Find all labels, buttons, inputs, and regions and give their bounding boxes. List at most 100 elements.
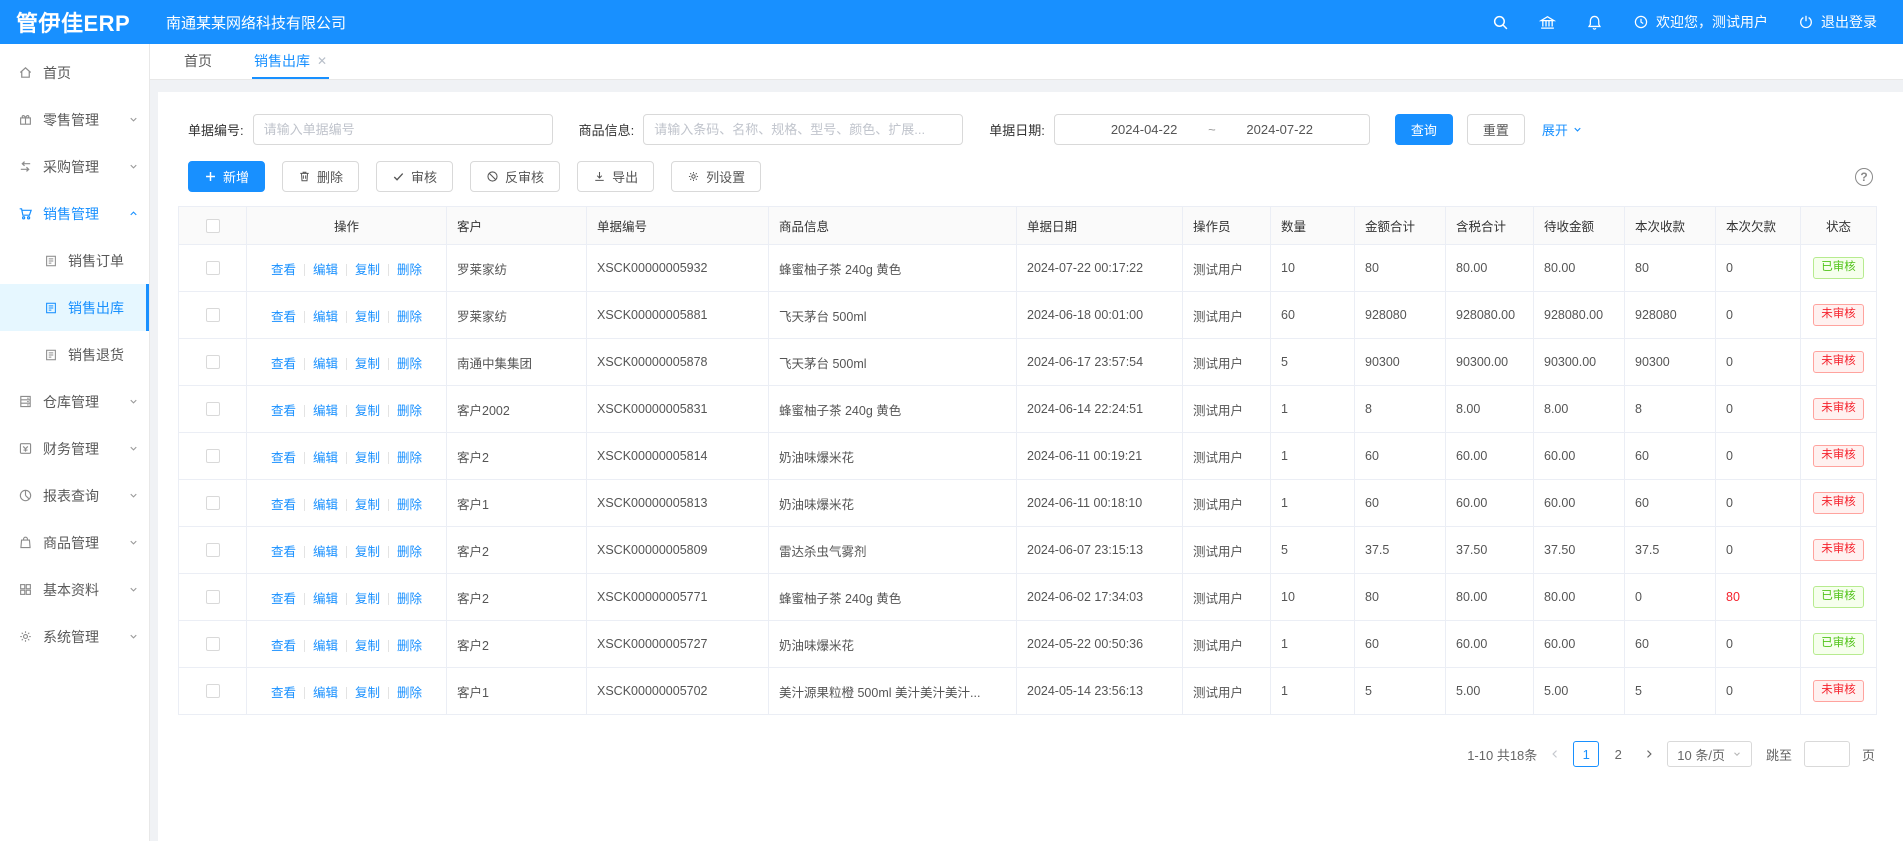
next-page-button[interactable] (1643, 748, 1655, 760)
audit-button[interactable]: 审核 (376, 161, 453, 192)
date-from-input[interactable] (1090, 122, 1198, 137)
row-action-copy[interactable]: 复制 (355, 686, 380, 700)
tab-sales-outbound[interactable]: 销售出库 ✕ (252, 44, 329, 79)
row-action-delete[interactable]: 删除 (397, 310, 422, 324)
sidebar-item-home[interactable]: 首页 (0, 49, 149, 96)
row-action-copy[interactable]: 复制 (355, 592, 380, 606)
row-action-copy[interactable]: 复制 (355, 263, 380, 277)
row-action-delete[interactable]: 删除 (397, 263, 422, 277)
row-checkbox[interactable] (206, 637, 220, 651)
sidebar-item-sales-return[interactable]: 销售退货 (0, 331, 149, 378)
row-action-delete[interactable]: 删除 (397, 357, 422, 371)
row-action-copy[interactable]: 复制 (355, 639, 380, 653)
row-action-view[interactable]: 查看 (271, 357, 296, 371)
row-action-copy[interactable]: 复制 (355, 451, 380, 465)
cell-customer: 客户1 (447, 480, 587, 527)
sidebar-item-sales-outbound[interactable]: 销售出库 (0, 284, 149, 331)
search-button[interactable]: 查询 (1395, 114, 1453, 145)
sidebar-item-sales-order[interactable]: 销售订单 (0, 237, 149, 284)
row-action-delete[interactable]: 删除 (397, 404, 422, 418)
row-action-delete[interactable]: 删除 (397, 451, 422, 465)
row-action-view[interactable]: 查看 (271, 686, 296, 700)
row-action-view[interactable]: 查看 (271, 404, 296, 418)
unaudit-button[interactable]: 反审核 (470, 161, 560, 192)
row-checkbox[interactable] (206, 590, 220, 604)
search-icon[interactable] (1492, 14, 1509, 31)
sidebar-item-reports[interactable]: 报表查询 (0, 472, 149, 519)
row-action-delete[interactable]: 删除 (397, 686, 422, 700)
sidebar-item-finance[interactable]: 财务管理 (0, 425, 149, 472)
row-action-view[interactable]: 查看 (271, 310, 296, 324)
row-checkbox[interactable] (206, 684, 220, 698)
sidebar-item-sales[interactable]: 销售管理 (0, 190, 149, 237)
row-action-edit[interactable]: 编辑 (313, 404, 338, 418)
chevron-down-icon (128, 537, 139, 548)
row-action-view[interactable]: 查看 (271, 498, 296, 512)
welcome-user[interactable]: 欢迎您，测试用户 (1633, 12, 1768, 32)
row-action-view[interactable]: 查看 (271, 545, 296, 559)
row-checkbox[interactable] (206, 355, 220, 369)
row-checkbox[interactable] (206, 543, 220, 557)
row-action-edit[interactable]: 编辑 (313, 639, 338, 653)
row-action-delete[interactable]: 删除 (397, 545, 422, 559)
prev-page-button[interactable] (1549, 748, 1561, 760)
sidebar-item-warehouse[interactable]: 仓库管理 (0, 378, 149, 425)
action-divider (304, 452, 305, 464)
row-action-edit[interactable]: 编辑 (313, 357, 338, 371)
cell-received: 0 (1625, 574, 1716, 621)
notification-bell-icon[interactable] (1586, 14, 1603, 31)
row-action-delete[interactable]: 删除 (397, 498, 422, 512)
sidebar-item-base-data[interactable]: 基本资料 (0, 566, 149, 613)
row-action-copy[interactable]: 复制 (355, 404, 380, 418)
row-select-cell (179, 574, 247, 621)
action-divider (388, 452, 389, 464)
sidebar-item-system[interactable]: 系统管理 (0, 613, 149, 660)
date-range-picker[interactable]: ~ (1054, 114, 1370, 145)
row-action-view[interactable]: 查看 (271, 592, 296, 606)
row-action-delete[interactable]: 删除 (397, 592, 422, 606)
row-action-copy[interactable]: 复制 (355, 498, 380, 512)
table-row: 查看编辑复制删除罗莱家纺XSCK00000005881飞天茅台 500ml202… (179, 292, 1877, 339)
row-action-copy[interactable]: 复制 (355, 310, 380, 324)
sidebar-item-retail[interactable]: 零售管理 (0, 96, 149, 143)
page-number-1[interactable]: 1 (1573, 741, 1599, 767)
row-checkbox[interactable] (206, 308, 220, 322)
row-checkbox[interactable] (206, 402, 220, 416)
row-action-delete[interactable]: 删除 (397, 639, 422, 653)
select-all-checkbox[interactable] (206, 219, 220, 233)
add-button[interactable]: 新增 (188, 161, 265, 192)
row-action-edit[interactable]: 编辑 (313, 451, 338, 465)
row-action-view[interactable]: 查看 (271, 263, 296, 277)
date-to-input[interactable] (1226, 122, 1334, 137)
jump-to-page-input[interactable] (1804, 741, 1850, 767)
tab-home[interactable]: 首页 (182, 44, 214, 79)
row-checkbox[interactable] (206, 261, 220, 275)
delete-button[interactable]: 删除 (282, 161, 359, 192)
row-action-view[interactable]: 查看 (271, 451, 296, 465)
row-checkbox[interactable] (206, 496, 220, 510)
logout-button[interactable]: 退出登录 (1798, 12, 1877, 32)
row-action-copy[interactable]: 复制 (355, 545, 380, 559)
sidebar-item-purchase[interactable]: 采购管理 (0, 143, 149, 190)
row-action-copy[interactable]: 复制 (355, 357, 380, 371)
row-action-edit[interactable]: 编辑 (313, 686, 338, 700)
bank-icon[interactable] (1539, 14, 1556, 31)
export-button[interactable]: 导出 (577, 161, 654, 192)
row-action-edit[interactable]: 编辑 (313, 263, 338, 277)
column-settings-button[interactable]: 列设置 (671, 161, 761, 192)
page-size-select[interactable]: 10 条/页 (1667, 741, 1752, 767)
row-action-view[interactable]: 查看 (271, 639, 296, 653)
sidebar-item-products[interactable]: 商品管理 (0, 519, 149, 566)
row-action-edit[interactable]: 编辑 (313, 498, 338, 512)
expand-link[interactable]: 展开 (1542, 120, 1583, 139)
row-action-edit[interactable]: 编辑 (313, 310, 338, 324)
product-info-input[interactable] (643, 114, 963, 145)
row-action-edit[interactable]: 编辑 (313, 545, 338, 559)
help-icon[interactable]: ? (1855, 168, 1873, 186)
row-action-edit[interactable]: 编辑 (313, 592, 338, 606)
reset-button[interactable]: 重置 (1467, 114, 1525, 145)
row-checkbox[interactable] (206, 449, 220, 463)
page-number-2[interactable]: 2 (1605, 741, 1631, 767)
close-icon[interactable]: ✕ (317, 54, 327, 68)
doc-no-input[interactable] (253, 114, 553, 145)
